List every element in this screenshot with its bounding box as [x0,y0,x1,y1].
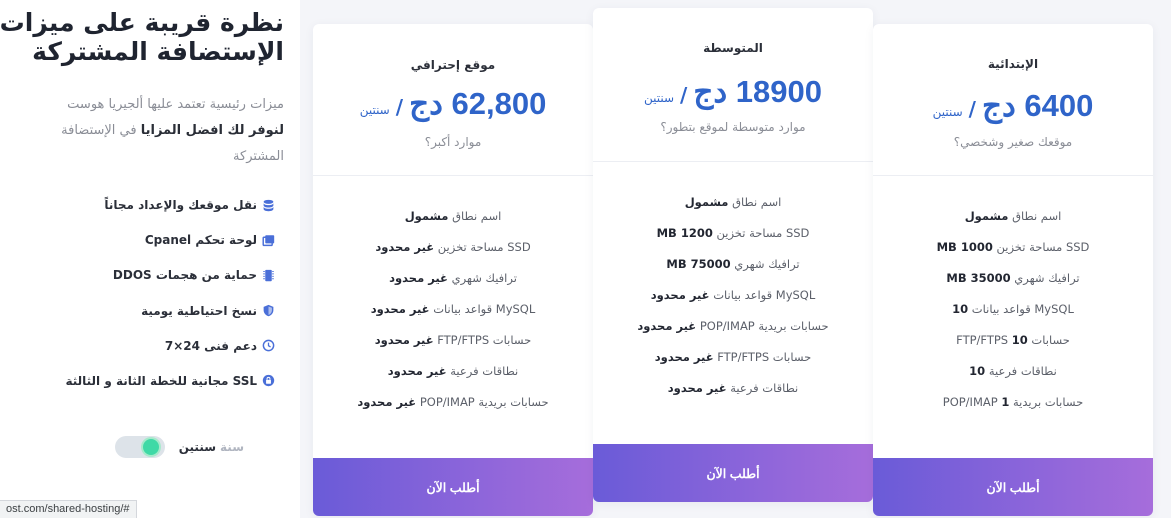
feature-label: SSL مجانية للخطة الثانة و الثالثة [65,373,257,388]
billing-period-switch: سنة سنتين [114,436,244,458]
spec-subdomains: نطاقات فرعية غير محدود [387,364,519,378]
plan-note: موقعك صغير وشخصي؟ [953,135,1073,149]
chip-icon [261,268,276,283]
spec-storage: SSD مساحة تخزين 1000 MB [936,240,1090,254]
section-title: نظرة قريبة على ميزات الإستضافة المشتركة [0,8,284,66]
price-period: سنتين [932,105,963,119]
spec-domain: اسم نطاق مشمول [684,195,782,209]
card-divider [593,161,873,162]
spec-domain: اسم نطاق مشمول [964,209,1062,223]
price-period: سنتين [643,91,675,105]
section-description: ميزات رئيسية تعتمد عليها ألجيريا هوست لن… [34,92,284,170]
price-amount: 18900 دج [693,74,823,109]
price-amount: 6400 دج [981,88,1094,123]
spec-mysql: MySQL قواعد بيانات غير محدود [370,302,536,316]
plan-card-basic: الإبتدائية 6400 دج / سنتين موقعك صغير وش… [873,24,1153,516]
billing-year-label[interactable]: سنة [220,440,244,454]
plan-note: موارد متوسطة لموقع بتطور؟ [660,120,806,134]
plan-card-pro: موقع إحترافي 62,800 دج / سنتين موارد أكب… [313,24,593,516]
plan-name: الإبتدائية [987,57,1039,71]
feature-label: نسخ احتياطية يومية [141,303,257,318]
feature-item-ddos: حماية من هجمات DDOS [65,266,276,284]
plan-name: موقع إحترافي [410,58,496,72]
spec-mysql: MySQL قواعد بيانات غير محدود [650,288,816,302]
description-highlight: لنوفر لك افضل المزايا [140,123,284,138]
spec-email: حسابات بريدية 1 POP/IMAP [942,395,1084,409]
feature-item-cpanel: لوحة تحكم Cpanel [65,231,276,249]
spec-ftp: حسابات FTP/FTPS غير محدود [654,350,812,364]
price-separator: / [680,83,688,107]
spec-ftp: حسابات FTP/FTPS غير محدود [374,333,532,347]
price-period: سنتين [359,103,390,117]
spec-storage: SSD مساحة تخزين غير محدود [375,240,531,254]
feature-item-ssl: SSL مجانية للخطة الثانة و الثالثة [65,372,276,390]
feature-item-backup: نسخ احتياطية يومية [65,302,276,320]
feature-item-free-migration: نقل موقعك والإعداد مجاناً [65,196,276,214]
billing-two-years-label[interactable]: سنتين [179,440,216,454]
feature-label: نقل موقعك والإعداد مجاناً [104,198,257,212]
plan-spec-list: اسم نطاق مشمول SSD مساحة تخزين 1000 MB ت… [873,201,1153,418]
order-button-basic[interactable]: أطلب الآن [873,458,1153,516]
price-separator: / [395,95,404,119]
spec-storage: SSD مساحة تخزين 1200 MB [656,226,810,240]
toggle-knob [142,439,159,455]
shield-icon [261,303,276,318]
lock-icon [261,373,276,388]
order-button-pro[interactable]: أطلب الآن [313,458,593,516]
plan-name: المتوسطة [703,41,763,55]
card-divider [873,175,1153,176]
database-icon [261,198,276,213]
spec-subdomains: نطاقات فرعية غير محدود [667,381,799,395]
spec-subdomains: نطاقات فرعية 10 [969,364,1057,378]
spec-traffic: ترافيك شهري غير محدود [389,271,517,285]
card-divider [313,175,593,176]
intro-section: نظرة قريبة على ميزات الإستضافة المشتركة … [0,0,300,518]
feature-label: دعم فنى 24×7 [164,338,257,353]
spec-mysql: MySQL قواعد بيانات 10 [952,302,1074,316]
feature-label: حماية من هجمات DDOS [112,268,257,283]
feature-item-support: دعم فنى 24×7 [65,337,276,355]
status-url: ost.com/shared-hosting/# [0,500,137,518]
spec-domain: اسم نطاق مشمول [404,209,502,223]
spec-email: حسابات بريدية POP/IMAP غير محدود [637,319,829,333]
plan-spec-list: اسم نطاق مشمول SSD مساحة تخزين غير محدود… [313,201,593,418]
plan-price: 18900 دج / سنتين [593,74,873,110]
feature-label: لوحة تحكم Cpanel [144,233,257,248]
spec-email: حسابات بريدية POP/IMAP غير محدود [357,395,549,409]
plan-price: 62,800 دج / سنتين [313,86,593,122]
plan-spec-list: اسم نطاق مشمول SSD مساحة تخزين 1200 MB ت… [593,187,873,404]
plan-card-medium: المتوسطة 18900 دج / سنتين موارد متوسطة ل… [593,8,873,502]
plan-price: 6400 دج / سنتين [873,88,1153,124]
price-amount: 62,800 دج [409,86,547,121]
spec-traffic: ترافيك شهري 75000 MB [666,257,800,271]
description-text: ميزات رئيسية تعتمد عليها ألجيريا هوست [67,97,284,112]
clock-icon [261,338,276,353]
billing-toggle[interactable] [114,436,165,458]
spec-traffic: ترافيك شهري 35000 MB [946,271,1080,285]
order-button-medium[interactable]: أطلب الآن [593,444,873,502]
price-separator: / [968,97,976,121]
spec-ftp: حسابات 10 FTP/FTPS [956,333,1070,347]
window-icon [261,233,276,248]
plan-note: موارد أكبر؟ [424,135,482,149]
feature-list: نقل موقعك والإعداد مجاناً لوحة تحكم Cpan… [65,196,276,407]
